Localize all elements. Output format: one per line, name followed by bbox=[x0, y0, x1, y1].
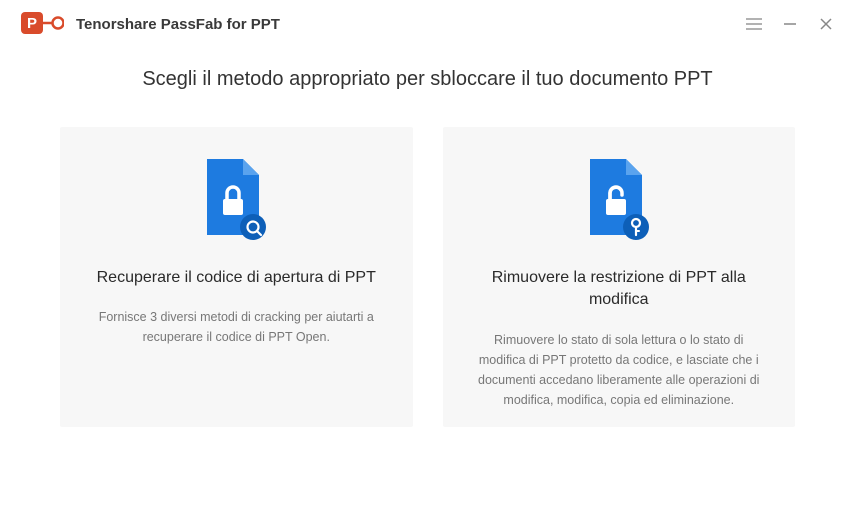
close-icon[interactable] bbox=[817, 15, 835, 33]
menu-icon[interactable] bbox=[745, 15, 763, 33]
card-description: Fornisce 3 diversi metodi di cracking pe… bbox=[84, 307, 389, 347]
app-logo-icon: P bbox=[20, 9, 64, 39]
titlebar-controls bbox=[745, 15, 835, 33]
app-title: Tenorshare PassFab for PPT bbox=[76, 16, 280, 33]
card-description: Rimuovere lo stato di sola lettura o lo … bbox=[467, 330, 772, 410]
card-recover-password[interactable]: Recuperare il codice di apertura di PPT … bbox=[60, 127, 413, 427]
svg-text:P: P bbox=[27, 15, 37, 32]
titlebar: P Tenorshare PassFab for PPT bbox=[0, 0, 855, 48]
unlocked-document-icon bbox=[467, 155, 772, 245]
main-content: Scegli il metodo appropriato per sblocca… bbox=[0, 48, 855, 427]
cards-container: Recuperare il codice di apertura di PPT … bbox=[60, 127, 795, 427]
locked-document-icon bbox=[84, 155, 389, 245]
minimize-icon[interactable] bbox=[781, 15, 799, 33]
card-title: Rimuovere la restrizione di PPT alla mod… bbox=[467, 267, 772, 312]
card-title: Recuperare il codice di apertura di PPT bbox=[84, 267, 389, 289]
card-remove-restriction[interactable]: Rimuovere la restrizione di PPT alla mod… bbox=[443, 127, 796, 427]
titlebar-left: P Tenorshare PassFab for PPT bbox=[20, 9, 280, 39]
page-heading: Scegli il metodo appropriato per sblocca… bbox=[60, 68, 795, 91]
